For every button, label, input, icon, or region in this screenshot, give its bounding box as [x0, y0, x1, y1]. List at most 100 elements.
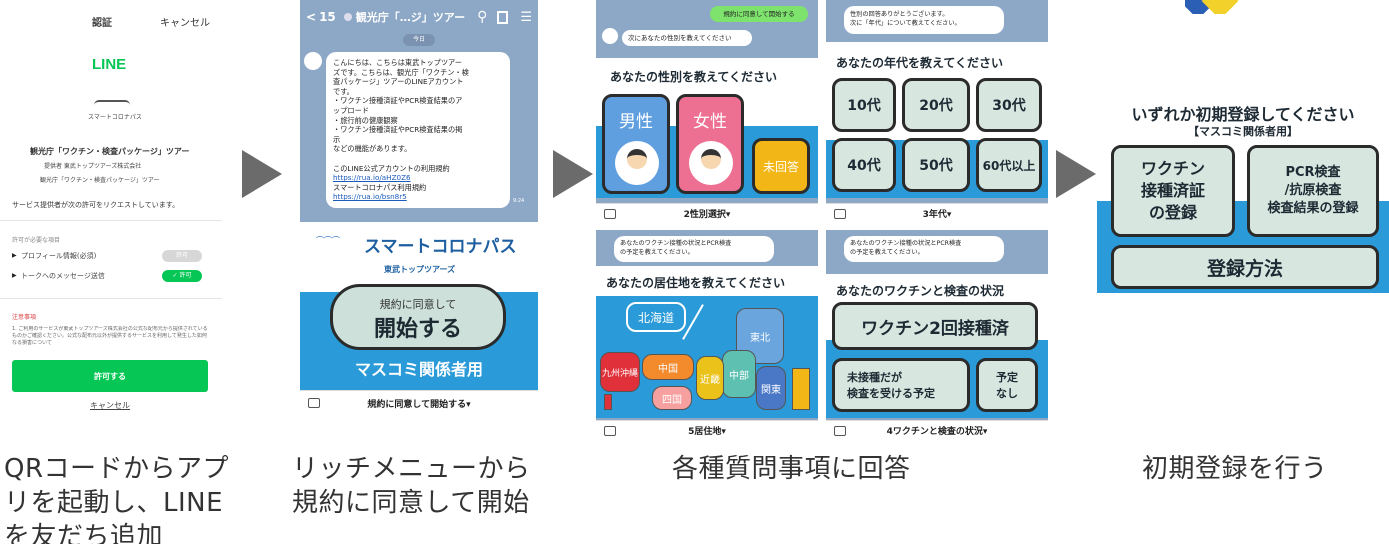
permission-label: トークへのメッセージ送信 — [21, 272, 105, 280]
registration-method-button[interactable]: 登録方法 — [1111, 245, 1379, 289]
menu-icon[interactable]: ☰ — [520, 10, 532, 25]
rich-menu-footer[interactable]: 2性別選択▾ — [596, 203, 818, 223]
option-label: 女性 — [693, 112, 727, 132]
auth-cancel-link[interactable]: キャンセル — [160, 14, 210, 29]
region-chugoku[interactable]: 中国 — [642, 354, 694, 380]
region-chubu[interactable]: 中部 — [722, 350, 756, 398]
option-60s-plus[interactable]: 60代以上 — [976, 138, 1042, 192]
chat-title: 観光庁「…ジ」ツアー — [355, 11, 466, 24]
option-vaccinated-twice[interactable]: ワクチン2回接種済 — [832, 302, 1038, 350]
chat-header: < 15 観光庁「…ジ」ツアー ⚲ ☰ — [300, 0, 538, 34]
search-icon[interactable]: ⚲ — [477, 9, 487, 25]
auth-header-title: 認証 — [92, 18, 112, 29]
permission-toggle[interactable]: ✓ 許可 — [162, 270, 202, 282]
permissions-header: 許可が必要な項目 — [12, 237, 61, 244]
rich-menu-footer[interactable]: 4ワクチンと検査の状況▾ — [826, 420, 1048, 440]
bot-message-line: 次に「年代」について教えてください。 — [850, 20, 961, 27]
permission-row[interactable]: ▶ プロフィール情報(必須) 許可 — [12, 250, 212, 264]
rich-menu-footer[interactable]: 規約に同意して開始する▾ — [300, 390, 538, 415]
keyboard-icon[interactable] — [604, 209, 616, 219]
smart-pass-terms-link[interactable]: https://rua.io/bsn8r5 — [333, 192, 503, 202]
rich-menu-toggle-label: 4ワクチンと検査の状況▾ — [886, 427, 988, 437]
decorative-logo-fragment — [1185, 0, 1245, 14]
corona-pass-logo-icon: ⌒⌒⌒ — [316, 236, 340, 245]
face-icon — [627, 149, 647, 169]
option-50s[interactable]: 50代 — [902, 138, 970, 192]
face-icon — [701, 149, 721, 169]
message-line: 査パッケージ」ツアーのLINEアカウント — [333, 77, 464, 87]
option-40s[interactable]: 40代 — [832, 138, 896, 192]
option-30s[interactable]: 30代 — [976, 78, 1042, 132]
allow-button[interactable]: 許可する — [12, 360, 208, 392]
arrow-right-icon — [1056, 150, 1096, 198]
option-10s[interactable]: 10代 — [832, 78, 896, 132]
user-message: 規約に同意して開始する — [710, 6, 808, 22]
region-extra[interactable] — [792, 368, 810, 410]
rich-menu-toggle-label: 3年代▾ — [922, 210, 952, 220]
arrow-right-icon — [242, 150, 282, 198]
bot-message-line: の予定を教えてください。 — [620, 248, 694, 256]
question-title: あなたの年代を教えてください — [836, 56, 1004, 70]
keyboard-icon[interactable] — [834, 426, 846, 436]
vaccine-question-panel: あなたのワクチン接種の状況とPCR検査 の予定を教えてください。 あなたのワクチ… — [826, 230, 1048, 440]
back-chevron-icon[interactable]: < — [306, 10, 316, 24]
bot-avatar — [602, 28, 618, 44]
permission-row[interactable]: ▶ トークへのメッセージ送信 ✓ 許可 — [12, 270, 212, 284]
option-male[interactable]: 男性 — [602, 94, 670, 194]
vaccine-certificate-button[interactable]: ワクチン 接種済証 の登録 — [1111, 145, 1235, 237]
region-hokkaido[interactable]: 北海道 — [626, 302, 686, 332]
region-shikoku[interactable]: 四国 — [652, 386, 692, 410]
button-label: PCR検査 — [1285, 165, 1341, 180]
button-label: ワクチン — [1140, 159, 1205, 178]
rich-menu-footer[interactable]: 5居住地▾ — [596, 420, 818, 440]
question-title: あなたの居住地を教えてください — [606, 276, 786, 290]
bot-message-line: あなたのワクチン接種の状況とPCR検査 — [850, 240, 962, 247]
rich-menu-footer[interactable]: 3年代▾ — [826, 203, 1048, 223]
welcome-message: こんにちは、こちらは東武トップツアー ズです。こちらは、観光庁「ワクチン・検 査パッ… — [326, 52, 510, 208]
option-female[interactable]: 女性 — [676, 94, 744, 194]
logo-graphic — [94, 100, 130, 110]
region-kyushu-okinawa[interactable]: 九州沖縄 — [600, 352, 640, 392]
keyboard-icon[interactable] — [834, 209, 846, 219]
keyboard-icon[interactable] — [604, 426, 616, 436]
bot-message: あなたのワクチン接種の状況とPCR検査 の予定を教えてください。 — [614, 236, 774, 262]
service-name: 観光庁「ワクチン・検査パッケージ」ツアー — [30, 147, 190, 156]
date-chip: 今日 — [403, 34, 435, 46]
message-line: ップロード — [333, 105, 369, 115]
line-chat-screen: < 15 観光庁「…ジ」ツアー ⚲ ☰ 今日 こんにちは、こちらは東武トップツア… — [300, 0, 538, 415]
pcr-result-button[interactable]: PCR検査 /抗原検査 検査結果の登録 — [1247, 145, 1379, 237]
option-no-answer[interactable]: 未回答 — [752, 138, 810, 194]
message-line: ・ワクチン接種済証やPCR検査結果の掲 — [333, 125, 463, 135]
divider — [0, 220, 222, 221]
triangle-right-icon: ▶ — [12, 252, 17, 259]
residence-question-panel: あなたのワクチン接種の状況とPCR検査 の予定を教えてください。 あなたの居住地… — [596, 230, 818, 440]
press-label[interactable]: マスコミ関係者用 — [300, 356, 538, 380]
cancel-link[interactable]: キャンセル — [90, 400, 130, 411]
company-name: 東武トップツアーズ — [384, 265, 456, 274]
bot-message: 次にあなたの性別を教えてください — [622, 30, 752, 46]
terms-link[interactable]: https://rua.io/aHZ0Z6 — [333, 173, 503, 183]
divider — [0, 298, 222, 299]
option-20s[interactable]: 20代 — [902, 78, 970, 132]
rich-menu-toggle-label: 規約に同意して開始する▾ — [367, 399, 471, 410]
rich-menu-toggle-label: 2性別選択▾ — [683, 210, 731, 220]
region-kanto[interactable]: 関東 — [756, 366, 786, 410]
service-sub: 観光庁「ワクチン・検査パッケージ」ツアー — [40, 177, 160, 184]
keyboard-icon[interactable] — [308, 398, 320, 408]
bot-avatar — [304, 52, 322, 70]
logo-text: スマートコロナパス — [88, 114, 142, 121]
region-okinawa-island[interactable] — [604, 394, 612, 410]
permission-label: プロフィール情報(必須) — [21, 252, 97, 260]
option-unvaccinated-test[interactable]: 未接種だが 検査を受ける予定 — [832, 358, 970, 412]
permission-toggle[interactable]: 許可 — [162, 250, 202, 262]
gender-question-panel: 規約に同意して開始する 次にあなたの性別を教えてください あなたの性別を教えてく… — [596, 0, 818, 223]
message-line: ・ワクチン接種済証やPCR検査結果のア — [333, 96, 463, 106]
line-auth-screen: 認証 キャンセル LINE スマートコロナパス 観光庁「ワクチン・検査パッケージ… — [0, 0, 222, 415]
rich-menu-toggle-label: 5居住地▾ — [688, 427, 726, 437]
region-kinki[interactable]: 近畿 — [696, 356, 724, 400]
message-time: 9:24 — [513, 198, 525, 204]
bot-message-line: 性別の回答ありがとうございます。 — [850, 11, 949, 18]
notes-icon[interactable] — [497, 10, 509, 24]
option-no-plan[interactable]: 予定 なし — [976, 358, 1038, 412]
agree-start-button[interactable]: 規約に同意して 開始する — [330, 284, 506, 350]
